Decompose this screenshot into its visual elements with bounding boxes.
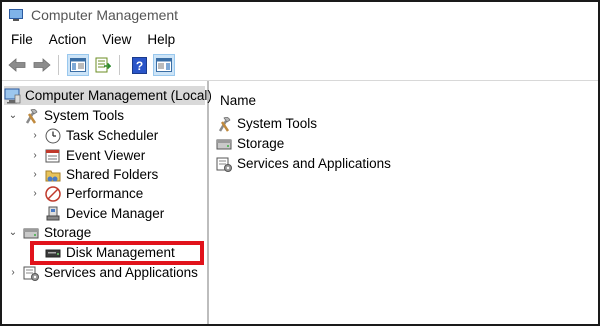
disk-management-highlight-box bbox=[30, 241, 204, 265]
tree-item-event-viewer[interactable]: › Event Viewer bbox=[30, 146, 145, 165]
show-hide-action-pane-button[interactable] bbox=[153, 54, 175, 76]
toolbar-separator bbox=[119, 55, 120, 75]
list-item-storage[interactable]: Storage bbox=[216, 134, 284, 153]
tree-item-storage[interactable]: ⌄ Storage bbox=[8, 223, 92, 242]
chevron-right-icon[interactable]: › bbox=[8, 267, 18, 278]
forward-icon bbox=[33, 58, 51, 72]
chevron-right-icon[interactable]: › bbox=[30, 188, 40, 199]
tree-item-shared-folders[interactable]: › Shared Folders bbox=[30, 165, 158, 184]
tree-item-services-and-applications[interactable]: › Services and Applications bbox=[8, 263, 198, 282]
svg-text:?: ? bbox=[135, 59, 142, 73]
tree-item-device-manager[interactable]: Device Manager bbox=[45, 204, 164, 223]
toolbar: ? bbox=[2, 50, 598, 81]
tree-item-label: Storage bbox=[44, 225, 92, 240]
show-hide-console-tree-button[interactable] bbox=[67, 54, 89, 76]
storage-icon bbox=[216, 136, 233, 152]
tree-item-label: System Tools bbox=[44, 108, 125, 123]
console-tree-pane: Computer Management (Local) ⌄ System Too… bbox=[2, 81, 212, 324]
chevron-down-icon[interactable]: ⌄ bbox=[8, 110, 18, 121]
tree-item-task-scheduler[interactable]: › Task Scheduler bbox=[30, 126, 158, 145]
tree-item-system-tools[interactable]: ⌄ System Tools bbox=[8, 106, 124, 125]
forward-button[interactable] bbox=[31, 54, 53, 76]
window-title: Computer Management bbox=[31, 7, 179, 23]
menu-action[interactable]: Action bbox=[42, 32, 94, 47]
export-list-button[interactable] bbox=[92, 54, 114, 76]
tree-item-label: Device Manager bbox=[66, 206, 165, 221]
computer-management-app-icon bbox=[9, 9, 23, 21]
chevron-right-icon[interactable]: › bbox=[30, 130, 40, 141]
toolbar-separator bbox=[58, 55, 59, 75]
tree-item-performance[interactable]: › Performance bbox=[30, 184, 143, 203]
tree-item-label: Performance bbox=[66, 186, 144, 201]
help-icon: ? bbox=[131, 56, 147, 74]
menu-bar: File Action View Help bbox=[2, 28, 598, 50]
menu-file[interactable]: File bbox=[4, 32, 40, 47]
services-icon bbox=[216, 156, 233, 172]
list-item-services-and-applications[interactable]: Services and Applications bbox=[216, 154, 391, 173]
clock-icon bbox=[45, 128, 62, 144]
list-item-label: System Tools bbox=[237, 116, 318, 131]
name-column-header[interactable]: Name bbox=[220, 93, 256, 108]
back-button[interactable] bbox=[6, 54, 28, 76]
storage-icon bbox=[23, 225, 40, 241]
tree-item-computer-management-local[interactable]: Computer Management (Local) bbox=[4, 86, 212, 105]
device-manager-icon bbox=[45, 206, 62, 222]
tree-item-label: Event Viewer bbox=[66, 148, 146, 163]
computer-management-window: Computer Management File Action View Hel… bbox=[0, 0, 600, 326]
tools-icon bbox=[23, 108, 40, 124]
menu-help[interactable]: Help bbox=[140, 32, 182, 47]
menu-view[interactable]: View bbox=[95, 32, 138, 47]
tree-item-label: Shared Folders bbox=[66, 167, 159, 182]
chevron-down-icon[interactable]: ⌄ bbox=[8, 227, 18, 238]
shared-folder-icon bbox=[45, 167, 62, 183]
event-viewer-icon bbox=[45, 148, 62, 164]
list-item-label: Storage bbox=[237, 136, 285, 151]
tools-icon bbox=[216, 116, 233, 132]
help-button[interactable]: ? bbox=[128, 54, 150, 76]
tree-item-label: Computer Management (Local) bbox=[25, 88, 212, 103]
list-item-system-tools[interactable]: System Tools bbox=[216, 114, 317, 133]
performance-icon bbox=[45, 185, 62, 202]
console-tree-icon bbox=[70, 58, 86, 72]
chevron-right-icon[interactable]: › bbox=[30, 169, 40, 180]
details-pane: Name System Tools Storage Services and A… bbox=[212, 81, 598, 324]
chevron-right-icon[interactable]: › bbox=[30, 150, 40, 161]
services-icon bbox=[23, 265, 40, 281]
show-hide-action-pane-icon bbox=[156, 58, 172, 72]
tree-item-label: Services and Applications bbox=[44, 265, 198, 280]
back-icon bbox=[8, 58, 26, 72]
list-item-label: Services and Applications bbox=[237, 156, 391, 171]
export-list-icon bbox=[95, 57, 111, 73]
tree-item-label: Task Scheduler bbox=[66, 128, 159, 143]
computer-icon bbox=[4, 88, 21, 104]
title-bar: Computer Management bbox=[2, 2, 598, 28]
